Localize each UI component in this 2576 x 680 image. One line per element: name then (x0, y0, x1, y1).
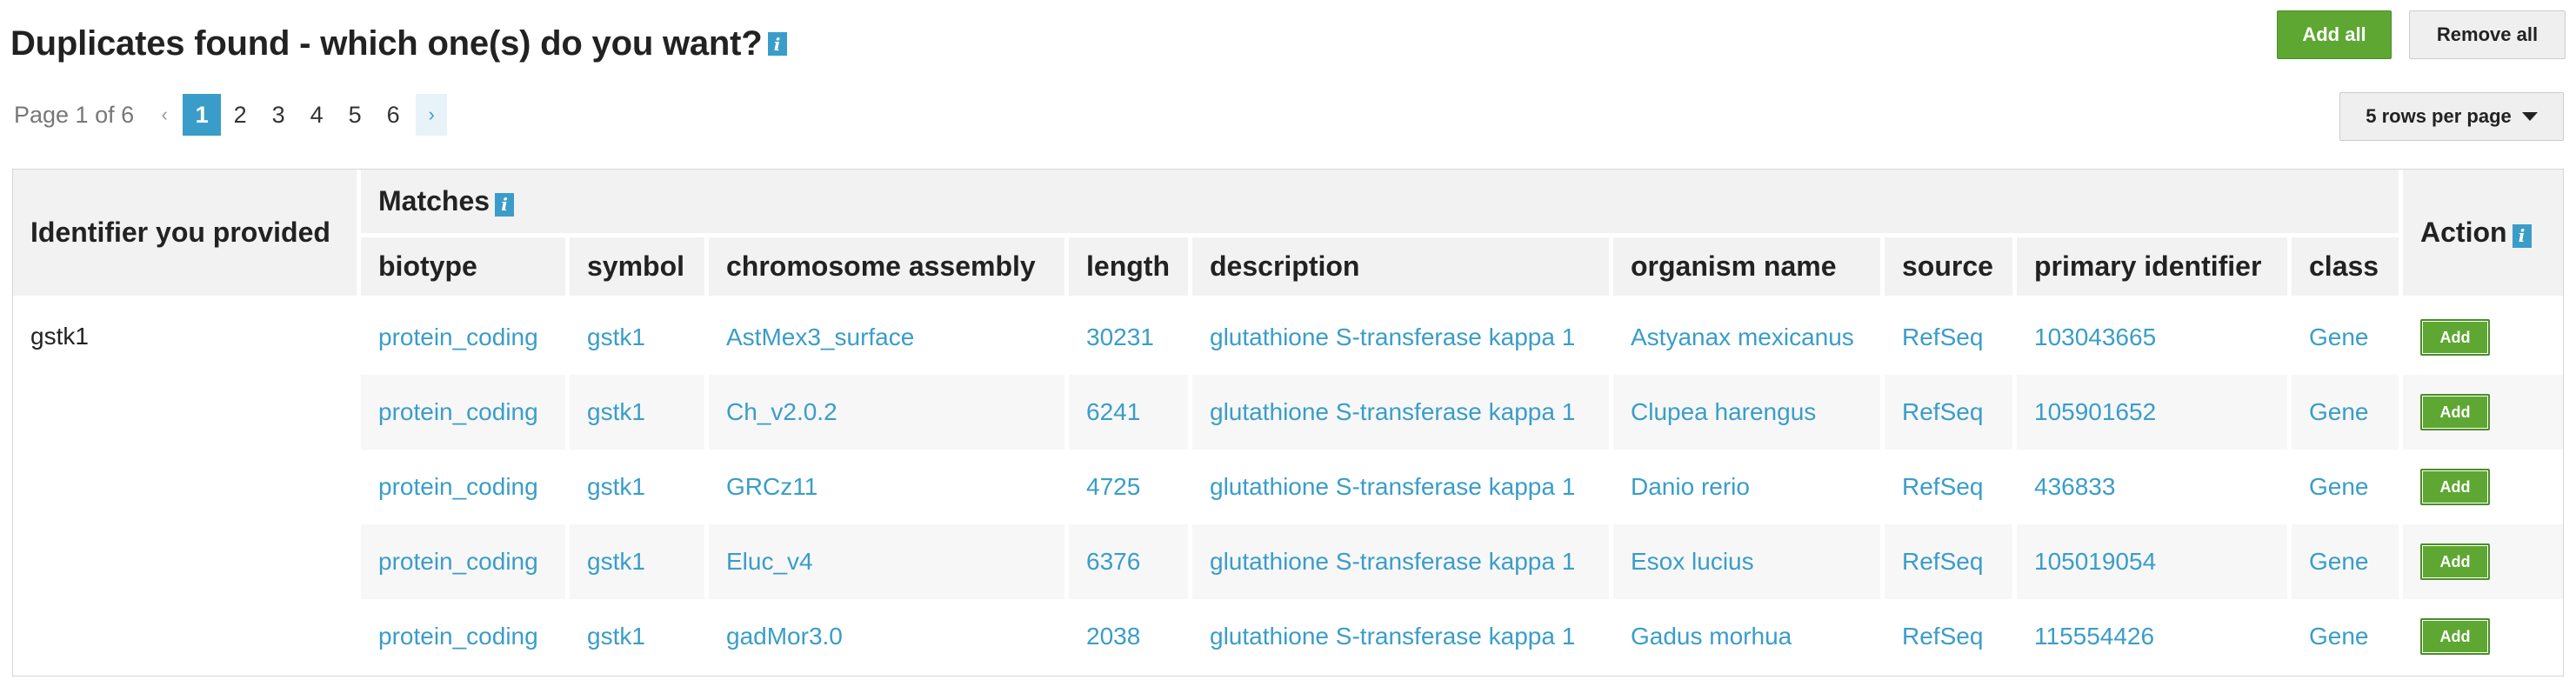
action-header-label: Action (2420, 217, 2507, 248)
source-link[interactable]: RefSeq (1885, 524, 2017, 599)
remove-all-button[interactable]: Remove all (2409, 10, 2566, 59)
action-cell: Add (2403, 300, 2563, 375)
page-2-button[interactable]: 2 (221, 94, 259, 136)
class-link[interactable]: Gene (2292, 300, 2403, 375)
biotype-link[interactable]: protein_coding (361, 300, 570, 375)
table-row: protein_coding gstk1 Ch_v2.0.2 6241 glut… (13, 375, 2563, 450)
info-icon[interactable]: i (767, 32, 787, 56)
page-4-button[interactable]: 4 (297, 94, 336, 136)
add-button[interactable]: Add (2420, 543, 2490, 580)
prev-page-button[interactable]: ‹ (155, 103, 174, 126)
source-link[interactable]: RefSeq (1885, 599, 2017, 674)
column-header-description[interactable]: description (1192, 237, 1613, 300)
primary-identifier-link[interactable]: 436833 (2017, 450, 2292, 524)
biotype-link[interactable]: protein_coding (361, 375, 570, 450)
description-link[interactable]: glutathione S-transferase kappa 1 (1192, 599, 1613, 674)
page-header: Duplicates found - which one(s) do you w… (10, 24, 787, 63)
column-header-class[interactable]: class (2292, 237, 2403, 300)
page-3-button[interactable]: 3 (259, 94, 297, 136)
length-link[interactable]: 2038 (1069, 599, 1192, 674)
rows-per-page-dropdown[interactable]: 5 rows per page (2339, 92, 2564, 141)
description-link[interactable]: glutathione S-transferase kappa 1 (1192, 524, 1613, 599)
description-link[interactable]: glutathione S-transferase kappa 1 (1192, 450, 1613, 524)
next-page-button[interactable]: › (416, 94, 448, 136)
symbol-link[interactable]: gstk1 (570, 300, 709, 375)
assembly-link[interactable]: gadMor3.0 (709, 599, 1069, 674)
biotype-link[interactable]: protein_coding (361, 450, 570, 524)
source-link[interactable]: RefSeq (1885, 300, 2017, 375)
assembly-link[interactable]: AstMex3_surface (709, 300, 1069, 375)
length-link[interactable]: 6241 (1069, 375, 1192, 450)
column-header-chromosome-assembly[interactable]: chromosome assembly (709, 237, 1069, 300)
organism-link[interactable]: Clupea harengus (1613, 375, 1885, 450)
info-icon[interactable]: i (495, 192, 515, 217)
page-5-button[interactable]: 5 (336, 94, 374, 136)
column-header-biotype[interactable]: biotype (361, 237, 570, 300)
class-link[interactable]: Gene (2292, 599, 2403, 674)
table-row: protein_coding gstk1 GRCz11 4725 glutath… (13, 450, 2563, 524)
page-title: Duplicates found - which one(s) do you w… (10, 24, 763, 63)
action-cell: Add (2403, 599, 2563, 674)
assembly-link[interactable]: GRCz11 (709, 450, 1069, 524)
column-header-source[interactable]: source (1885, 237, 2017, 300)
rows-per-page-label: 5 rows per page (2366, 105, 2512, 127)
info-icon[interactable]: i (2512, 223, 2532, 248)
column-header-organism-name[interactable]: organism name (1613, 237, 1885, 300)
caret-down-icon (2521, 112, 2538, 121)
page-1-button[interactable]: 1 (183, 94, 222, 136)
primary-identifier-link[interactable]: 105901652 (2017, 375, 2292, 450)
length-link[interactable]: 6376 (1069, 524, 1192, 599)
add-button[interactable]: Add (2420, 319, 2490, 356)
table-row: gstk1 protein_coding gstk1 AstMex3_surfa… (13, 300, 2563, 674)
primary-identifier-link[interactable]: 105019054 (2017, 524, 2292, 599)
symbol-link[interactable]: gstk1 (570, 450, 709, 524)
description-link[interactable]: glutathione S-transferase kappa 1 (1192, 300, 1613, 375)
symbol-link[interactable]: gstk1 (570, 524, 709, 599)
page-info: Page 1 of 6 (14, 101, 135, 128)
page-6-button[interactable]: 6 (374, 94, 412, 136)
add-button[interactable]: Add (2420, 469, 2490, 505)
primary-identifier-link[interactable]: 115554426 (2017, 599, 2292, 674)
length-link[interactable]: 4725 (1069, 450, 1192, 524)
organism-link[interactable]: Esox lucius (1613, 524, 1885, 599)
action-cell: Add (2403, 524, 2563, 599)
column-header-primary-identifier[interactable]: primary identifier (2017, 237, 2292, 300)
matches-header: Matches i (361, 170, 2403, 237)
length-link[interactable]: 30231 (1069, 300, 1192, 375)
symbol-link[interactable]: gstk1 (570, 375, 709, 450)
action-cell: Add (2403, 375, 2563, 450)
action-cell: Add (2403, 450, 2563, 524)
add-all-button[interactable]: Add all (2277, 10, 2392, 59)
add-button[interactable]: Add (2420, 618, 2490, 655)
column-header-length[interactable]: length (1069, 237, 1192, 300)
class-link[interactable]: Gene (2292, 375, 2403, 450)
column-header-symbol[interactable]: symbol (570, 237, 709, 300)
source-link[interactable]: RefSeq (1885, 450, 2017, 524)
add-button[interactable]: Add (2420, 394, 2490, 430)
table-row: protein_coding gstk1 gadMor3.0 2038 glut… (13, 599, 2563, 674)
assembly-link[interactable]: Ch_v2.0.2 (709, 375, 1069, 450)
organism-link[interactable]: Gadus morhua (1613, 599, 1885, 674)
primary-identifier-link[interactable]: 103043665 (2017, 300, 2292, 375)
biotype-link[interactable]: protein_coding (361, 524, 570, 599)
organism-link[interactable]: Astyanax mexicanus (1613, 300, 1885, 375)
symbol-link[interactable]: gstk1 (570, 599, 709, 674)
pagination: Page 1 of 6 ‹ 1 2 3 4 5 6 › (14, 94, 448, 136)
class-link[interactable]: Gene (2292, 524, 2403, 599)
biotype-link[interactable]: protein_coding (361, 599, 570, 674)
identifier-header: Identifier you provided (13, 170, 361, 300)
class-link[interactable]: Gene (2292, 450, 2403, 524)
organism-link[interactable]: Danio rerio (1613, 450, 1885, 524)
table-row: protein_coding gstk1 Eluc_v4 6376 glutat… (13, 524, 2563, 599)
source-link[interactable]: RefSeq (1885, 375, 2017, 450)
description-link[interactable]: glutathione S-transferase kappa 1 (1192, 375, 1613, 450)
assembly-link[interactable]: Eluc_v4 (709, 524, 1069, 599)
identifier-cell: gstk1 (13, 300, 361, 674)
action-header: Action i (2403, 170, 2563, 300)
matches-header-label: Matches (378, 185, 491, 217)
duplicates-table: Identifier you provided Matches i Action i… (12, 169, 2564, 677)
